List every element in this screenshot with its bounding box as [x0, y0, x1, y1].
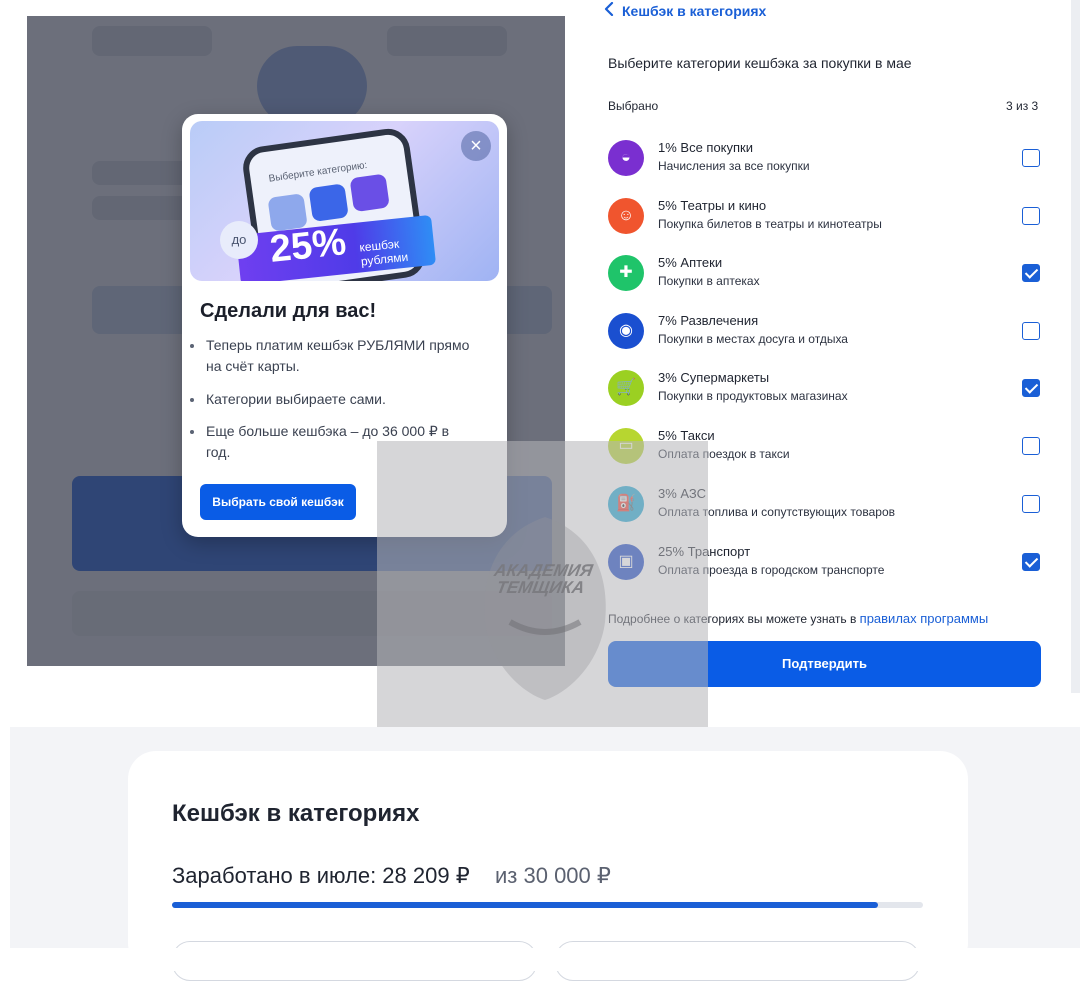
cashback-card — [128, 751, 968, 971]
back-link[interactable]: Кешбэк в категориях — [604, 1, 767, 19]
pharmacy-icon: ✚ — [608, 255, 644, 291]
rules-link[interactable]: правилах программы — [860, 611, 989, 626]
promo-percent: 25% — [267, 221, 348, 271]
category-row[interactable]: ◉ 7% Развлечения Покупки в местах досуга и… — [608, 310, 1044, 360]
category-checkbox[interactable] — [1022, 264, 1040, 282]
category-name: 3% Супермаркеты — [658, 370, 770, 385]
watermark-text: АКАДЕМИЯ ТЕМЩИКА — [439, 561, 645, 597]
category-checkbox[interactable] — [1022, 553, 1040, 571]
back-link-label: Кешбэк в категориях — [622, 3, 767, 19]
watermark-line-1: АКАДЕМИЯ — [492, 561, 595, 580]
category-name: 1% Все покупки — [658, 140, 754, 155]
modal-bullet: Категории выбираете сами. — [190, 389, 476, 410]
category-name: 5% Аптеки — [658, 255, 723, 270]
instruction-text: Выберите категории кешбэка за покупки в … — [608, 55, 912, 71]
promo-banner: Выберите категорию: до 25% кешбэк рублям… — [190, 121, 499, 281]
cart-icon: 🛒 — [608, 370, 644, 406]
category-checkbox[interactable] — [1022, 495, 1040, 513]
cashback-progress-bar — [172, 902, 923, 908]
gamepad-icon: ◉ — [608, 313, 644, 349]
category-row[interactable]: ☺ 5% Театры и кино Покупка билетов в театр… — [608, 195, 1044, 245]
category-tile-shirt-icon — [308, 183, 349, 222]
category-name: 5% Театры и кино — [658, 198, 767, 213]
category-checkbox[interactable] — [1022, 437, 1040, 455]
modal-title: Сделали для вас! — [200, 300, 377, 322]
watermark-line-2: ТЕМЩИКА — [494, 578, 587, 597]
cashback-progress-fill — [172, 902, 879, 908]
earned-label: Заработано в июле: 28 209 ₽ — [172, 863, 470, 888]
category-description: Покупка билетов в театры и кинотеатры — [658, 217, 882, 231]
close-icon[interactable]: × — [461, 131, 491, 161]
choose-cashback-button[interactable]: Выбрать свой кешбэк — [200, 484, 356, 520]
category-description: Начисления за все покупки — [658, 159, 810, 173]
mask-watermark-icon — [484, 517, 606, 700]
category-row[interactable]: ◒ 1% Все покупки Начисления за все покупки — [608, 137, 1044, 187]
category-description: Покупки в местах досуга и отдыха — [658, 332, 848, 346]
cashback-card-title: Кешбэк в категориях — [172, 800, 420, 827]
category-description: Покупки в аптеках — [658, 274, 760, 288]
selected-count: 3 из 3 — [1006, 99, 1039, 113]
ticket-icon: ☺ — [608, 198, 644, 234]
category-row[interactable]: ✚ 5% Аптеки Покупки в аптеках — [608, 252, 1044, 302]
earned-limit: из 30 000 ₽ — [495, 863, 611, 888]
category-checkbox[interactable] — [1022, 207, 1040, 225]
category-name: 7% Развлечения — [658, 313, 759, 328]
chevron-left-icon — [604, 1, 614, 19]
category-checkbox[interactable] — [1022, 322, 1040, 340]
selected-label: Выбрано — [608, 99, 659, 113]
category-tile-home-icon — [349, 173, 390, 213]
category-checkbox[interactable] — [1022, 149, 1040, 167]
category-checkbox[interactable] — [1022, 379, 1040, 397]
category-description: Покупки в продуктовых магазинах — [658, 389, 848, 403]
promo-prefix: до — [220, 221, 258, 259]
category-row[interactable]: 🛒 3% Супермаркеты Покупки в продуктовых ма… — [608, 367, 1044, 417]
modal-bullet: Теперь платим кешбэк РУБЛЯМИ прямо на сч… — [190, 335, 476, 377]
wallet-icon: ◒ — [608, 140, 644, 176]
scrollbar[interactable] — [1071, 0, 1080, 693]
bottom-edge — [0, 948, 1080, 971]
